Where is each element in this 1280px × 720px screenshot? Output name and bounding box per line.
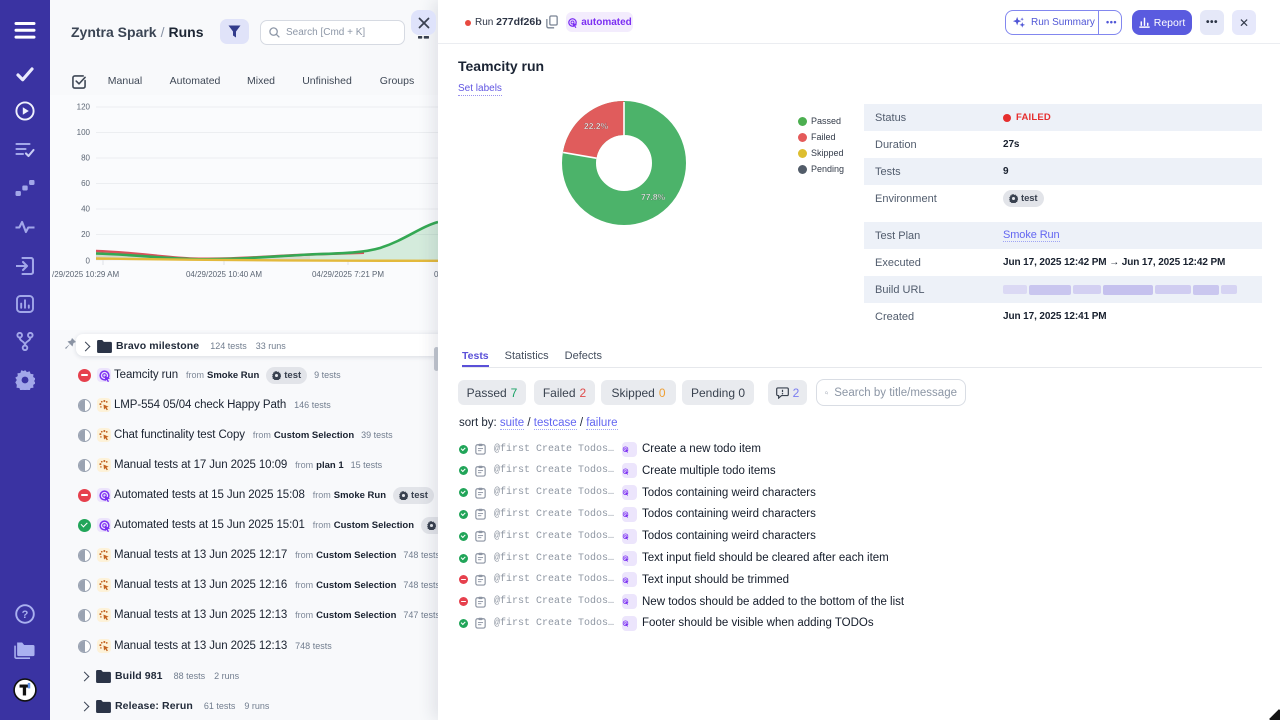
svg-text:40: 40 <box>81 205 90 214</box>
svg-text:80: 80 <box>81 154 90 163</box>
svg-text:100: 100 <box>77 128 91 137</box>
svg-text:04/29/2025 10:40 AM: 04/29/2025 10:40 AM <box>186 270 262 279</box>
svg-text:77.8%: 77.8% <box>641 192 666 202</box>
svg-text:22.2%: 22.2% <box>584 121 609 131</box>
svg-text:04/29/2025 7:21 PM: 04/29/2025 7:21 PM <box>312 270 384 279</box>
svg-text:/29/2025 10:29 AM: /29/2025 10:29 AM <box>52 270 120 279</box>
svg-text:20: 20 <box>81 230 90 239</box>
svg-text:0: 0 <box>86 257 91 266</box>
svg-text:?: ? <box>22 609 29 621</box>
svg-text:120: 120 <box>77 103 91 112</box>
svg-text:60: 60 <box>81 179 90 188</box>
